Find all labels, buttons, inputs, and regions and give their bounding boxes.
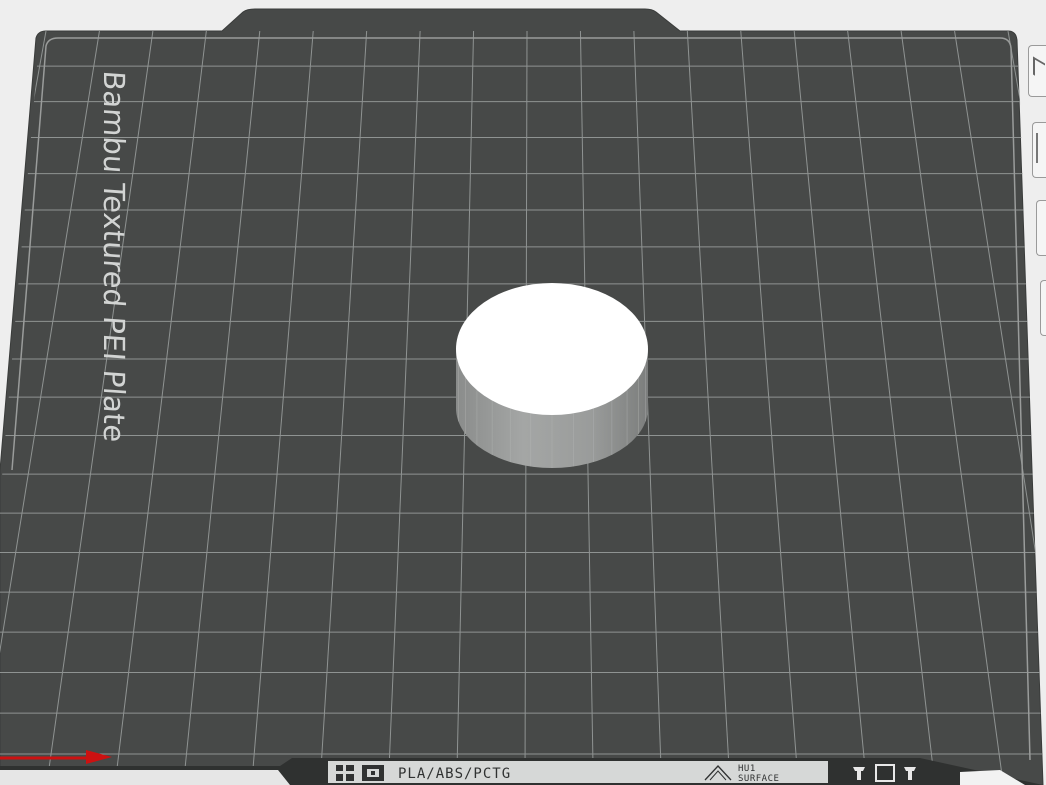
plate-name-label: Bambu Textured PEI Plate	[97, 70, 131, 444]
auto-orient-icon	[1036, 133, 1046, 163]
arrange-button[interactable]	[1036, 200, 1046, 256]
bambu-logo-icon	[336, 765, 354, 781]
view-cube-button[interactable]	[1028, 45, 1046, 97]
plate-info-strip: PLA/ABS/PCTG HU1 SURFACE	[328, 761, 920, 784]
cylinder-object[interactable]	[456, 283, 648, 468]
layers-button[interactable]	[1040, 280, 1046, 336]
plate-type-icon	[362, 765, 384, 781]
auto-orient-button[interactable]	[1032, 122, 1046, 178]
materials-label: PLA/ABS/PCTG	[398, 766, 511, 782]
surface-code-label: HU1	[738, 764, 756, 774]
3d-viewport[interactable]: Bambu Textured PEI Plate PLA/ABS/PCTG HU…	[0, 0, 1046, 785]
view-cube-icon	[1033, 56, 1045, 82]
surface-label: SURFACE	[738, 774, 779, 784]
